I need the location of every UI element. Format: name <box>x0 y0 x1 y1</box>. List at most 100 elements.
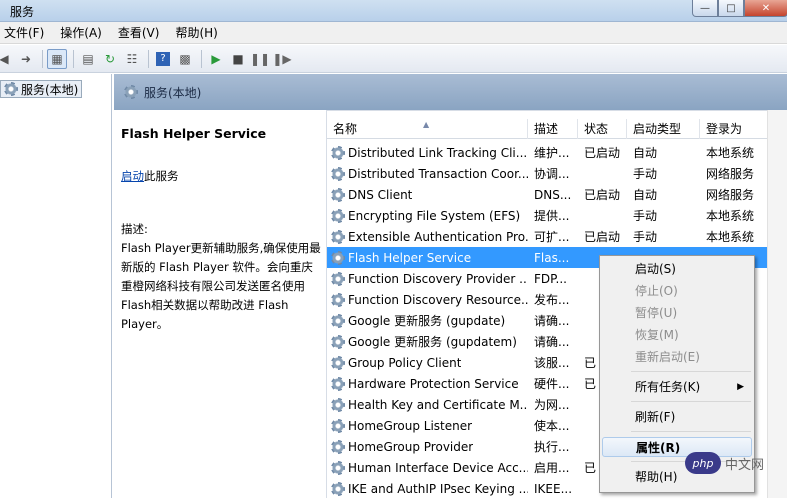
start-service-button[interactable]: ▶ <box>206 49 226 69</box>
cell-status: 已启动 <box>584 146 621 160</box>
restart-service-button[interactable]: ❚▶ <box>272 49 292 69</box>
ctx-stop[interactable]: 停止(O) <box>602 281 752 301</box>
table-row[interactable]: DNS Client DNS... 已启动 自动 网络服务 <box>327 184 787 205</box>
ctx-separator <box>631 431 751 432</box>
cell-name: Health Key and Certificate M... <box>327 397 528 412</box>
service-name: Encrypting File System (EFS) <box>348 208 521 223</box>
service-gear-icon <box>331 313 345 328</box>
ctx-resume[interactable]: 恢复(M) <box>602 325 752 345</box>
service-name: DNS Client <box>348 187 413 202</box>
service-name: Hardware Protection Service <box>348 376 519 391</box>
table-row[interactable]: Extensible Authentication Pro... 可扩... 已启动… <box>327 226 787 247</box>
vertical-scrollbar[interactable] <box>767 110 787 498</box>
stop-icon: ■ <box>232 51 244 66</box>
toolbar-separator <box>42 49 43 68</box>
menu-view[interactable]: 查看(V) <box>110 24 168 41</box>
cell-name: HomeGroup Provider <box>327 439 528 454</box>
refresh-icon: ↻ <box>104 51 116 66</box>
export-icon: ☷ <box>126 51 138 66</box>
menu-help[interactable]: 帮助(H) <box>167 24 225 41</box>
ctx-pause[interactable]: 暂停(U) <box>602 303 752 323</box>
column-header-status[interactable]: 状态 <box>578 119 627 139</box>
tree-item-services-local[interactable]: 服务(本地) <box>0 80 83 98</box>
cell-description: 可扩... <box>534 230 570 244</box>
back-button[interactable]: ◀ <box>0 49 14 69</box>
service-name: Flash Helper Service <box>348 250 472 265</box>
forward-arrow-icon: ➜ <box>20 51 32 66</box>
play-icon: ▶ <box>211 51 221 66</box>
service-gear-icon <box>331 481 345 496</box>
sort-ascending-icon: ▲ <box>423 120 430 129</box>
service-name: IKE and AuthIP IPsec Keying ... <box>348 481 528 496</box>
service-gear-icon <box>331 292 345 307</box>
toolbar-separator <box>148 49 149 68</box>
ctx-all-tasks[interactable]: 所有任务(K) ▶ <box>602 377 752 397</box>
services-gear-icon <box>4 82 18 96</box>
console-tree-icon: ▦ <box>51 51 63 66</box>
column-header-startup-type[interactable]: 启动类型 <box>627 119 700 139</box>
forward-button[interactable]: ➜ <box>16 49 36 69</box>
stop-service-button[interactable]: ■ <box>228 49 248 69</box>
maximize-icon: □ <box>726 2 736 14</box>
ctx-all-tasks-label: 所有任务(K) <box>635 380 701 394</box>
pause-service-button[interactable]: ❚❚ <box>250 49 270 69</box>
start-service-row: 启动此服务 <box>121 167 319 186</box>
cell-name: HomeGroup Listener <box>327 418 528 433</box>
ctx-separator <box>631 371 751 372</box>
cell-name: IKE and AuthIP IPsec Keying ... <box>327 481 528 496</box>
properties-toolbar-button[interactable]: ▤ <box>78 49 98 69</box>
service-gear-icon <box>331 355 345 370</box>
cell-description: DNS... <box>534 187 572 202</box>
help-toolbar-button[interactable]: ? <box>153 49 173 69</box>
cell-description: 协调... <box>534 167 570 181</box>
service-name: HomeGroup Listener <box>348 418 473 433</box>
ctx-restart[interactable]: 重新启动(E) <box>602 347 752 367</box>
cell-name: Group Policy Client <box>327 355 528 370</box>
ctx-start[interactable]: 启动(S) <box>602 259 752 279</box>
table-row[interactable]: Distributed Transaction Coor... 协调... 手动 网络… <box>327 163 787 184</box>
service-detail-pane: Flash Helper Service 启动此服务 描述: Flash Pla… <box>114 110 326 498</box>
table-row[interactable]: Distributed Link Tracking Cli... 维护... 已启动… <box>327 142 787 163</box>
menu-action[interactable]: 操作(A) <box>52 24 110 41</box>
service-name: Health Key and Certificate M... <box>348 397 528 412</box>
cell-name: DNS Client <box>327 187 528 202</box>
service-gear-icon <box>331 166 345 181</box>
cell-name: Distributed Link Tracking Cli... <box>327 145 528 160</box>
cell-description: Flas... <box>534 250 570 265</box>
close-icon: ✕ <box>761 2 771 14</box>
cell-status: 已启动 <box>584 188 621 202</box>
cell-description: 使本... <box>534 419 570 433</box>
maximize-button[interactable]: □ <box>718 0 744 17</box>
service-gear-icon <box>331 376 345 391</box>
minimize-button[interactable]: — <box>692 0 718 17</box>
cell-description: IKEE... <box>534 481 573 496</box>
cell-description: 执行... <box>534 440 570 454</box>
cell-name: Distributed Transaction Coor... <box>327 166 528 181</box>
ctx-refresh[interactable]: 刷新(F) <box>602 407 752 427</box>
toolbar: ◀ ➜ ▦ ▤ ↻ ☷ ? ▩ ▶ ■ ❚❚ ❚▶ <box>0 45 787 73</box>
cell-name: Extensible Authentication Pro... <box>327 229 528 244</box>
properties-icon: ▤ <box>82 51 94 66</box>
cell-name: Flash Helper Service <box>327 250 528 265</box>
refresh-toolbar-button[interactable]: ↻ <box>100 49 120 69</box>
table-row[interactable]: Encrypting File System (EFS) 提供... 手动 本地系统 <box>327 205 787 226</box>
submenu-arrow-icon: ▶ <box>737 382 744 392</box>
watermark-text: 中文网 <box>725 457 765 473</box>
cell-description: 该服... <box>534 356 570 370</box>
console-tree-button[interactable]: ▦ <box>47 48 67 69</box>
service-gear-icon <box>331 229 345 244</box>
column-header-description[interactable]: 描述 <box>528 119 578 139</box>
cell-log-on-as: 网络服务 <box>706 167 755 181</box>
service-name: Extensible Authentication Pro... <box>348 229 528 244</box>
menu-file[interactable]: 文件(F) <box>0 24 52 41</box>
export-list-button[interactable]: ☷ <box>122 49 142 69</box>
window-title: 服务 <box>10 5 35 19</box>
column-header-name[interactable]: ▲ 名称 <box>327 119 528 139</box>
panel-header: 服务(本地) <box>114 74 787 110</box>
cell-description: 请确... <box>534 335 570 349</box>
column-header-label: 状态 <box>584 122 609 136</box>
show-hide-action-pane-button[interactable]: ▩ <box>175 49 195 69</box>
start-service-link[interactable]: 启动 <box>121 169 144 183</box>
toolbar-separator <box>73 49 74 68</box>
close-button[interactable]: ✕ <box>744 0 787 17</box>
